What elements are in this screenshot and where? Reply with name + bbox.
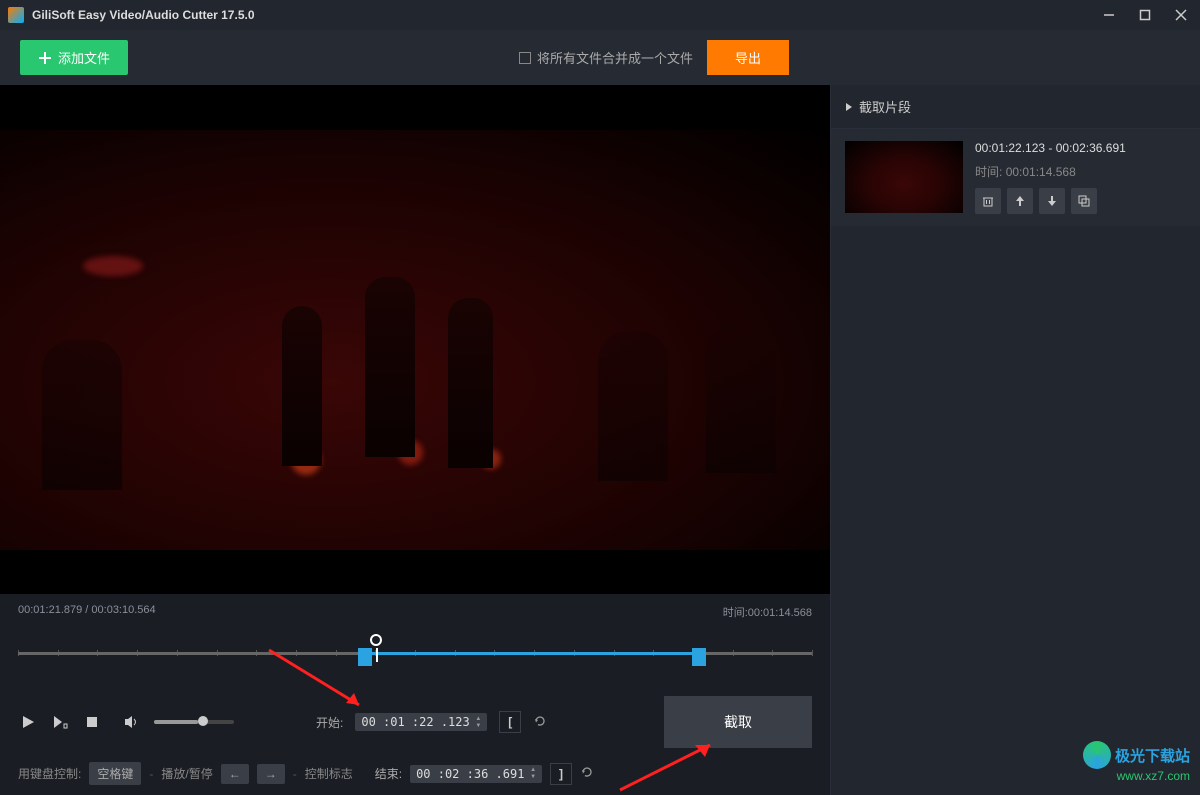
- copy-clip-button[interactable]: [1071, 188, 1097, 214]
- app-title: GiliSoft Easy Video/Audio Cutter 17.5.0: [32, 8, 1098, 22]
- selection-end-handle[interactable]: [692, 648, 706, 666]
- kb-ctrl-marks: 控制标志: [305, 765, 353, 782]
- minimize-button[interactable]: [1098, 4, 1120, 26]
- move-down-button[interactable]: [1039, 188, 1065, 214]
- kb-left-key: ←: [221, 764, 249, 784]
- current-time: 00:01:21.879: [18, 604, 82, 616]
- delete-clip-button[interactable]: [975, 188, 1001, 214]
- add-file-button[interactable]: 添加文件: [20, 40, 128, 75]
- selection-start-handle[interactable]: [358, 648, 372, 666]
- watermark: 极光下载站 www.xz7.com: [1083, 741, 1190, 783]
- watermark-url: www.xz7.com: [1083, 769, 1190, 783]
- merge-label: 将所有文件合并成一个文件: [537, 48, 693, 67]
- kb-label: 用键盘控制:: [18, 765, 81, 782]
- add-file-label: 添加文件: [58, 48, 110, 67]
- app-icon: [8, 7, 24, 23]
- kb-play-pause: 播放/暂停: [161, 765, 212, 782]
- reset-end-button[interactable]: [580, 765, 594, 782]
- watermark-icon: [1083, 741, 1111, 769]
- set-end-bracket-button[interactable]: ]: [550, 763, 572, 785]
- main-toolbar: 添加文件 将所有文件合并成一个文件 导出: [0, 30, 1200, 85]
- chevron-right-icon: [845, 102, 853, 112]
- cut-button[interactable]: 截取: [664, 696, 812, 748]
- selection-range: [358, 652, 698, 655]
- left-panel: 00:01:21.879 / 00:03:10.564 时间:00:01:14.…: [0, 85, 830, 795]
- title-bar: GiliSoft Easy Video/Audio Cutter 17.5.0: [0, 0, 1200, 30]
- playhead[interactable]: [370, 634, 382, 646]
- export-button[interactable]: 导出: [707, 40, 789, 75]
- stop-button[interactable]: [82, 712, 102, 732]
- kb-right-key: →: [257, 764, 285, 784]
- volume-slider[interactable]: [154, 720, 234, 724]
- clips-header[interactable]: 截取片段: [831, 85, 1200, 129]
- end-label: 结束:: [375, 765, 402, 782]
- end-time-input[interactable]: ▲▼: [410, 765, 542, 783]
- kb-space-key: 空格键: [89, 762, 141, 785]
- watermark-text: 极光下载站: [1115, 745, 1190, 766]
- reset-start-button[interactable]: [533, 714, 547, 731]
- start-time-input[interactable]: ▲▼: [355, 713, 487, 731]
- clip-thumbnail: [845, 141, 963, 213]
- timeline[interactable]: [18, 640, 812, 680]
- total-time: 00:03:10.564: [91, 604, 155, 616]
- merge-checkbox[interactable]: 将所有文件合并成一个文件: [519, 48, 693, 67]
- play-segment-button[interactable]: [50, 712, 70, 732]
- plus-icon: [38, 51, 52, 65]
- clips-panel: 截取片段 00:01:22.123 - 00:02:36.691 时间: 00:…: [830, 85, 1200, 795]
- maximize-button[interactable]: [1134, 4, 1156, 26]
- play-button[interactable]: [18, 712, 38, 732]
- clip-time-range: 00:01:22.123 - 00:02:36.691: [975, 141, 1186, 155]
- close-button[interactable]: [1170, 4, 1192, 26]
- checkbox-icon: [519, 52, 531, 64]
- duration-label: 时间:: [723, 607, 748, 619]
- start-label: 开始:: [316, 714, 343, 731]
- volume-icon[interactable]: [122, 712, 142, 732]
- duration-value: 00:01:14.568: [748, 607, 812, 619]
- move-up-button[interactable]: [1007, 188, 1033, 214]
- set-start-bracket-button[interactable]: [: [499, 711, 521, 733]
- clip-item[interactable]: 00:01:22.123 - 00:02:36.691 时间: 00:01:14…: [831, 129, 1200, 226]
- video-preview[interactable]: [0, 85, 830, 594]
